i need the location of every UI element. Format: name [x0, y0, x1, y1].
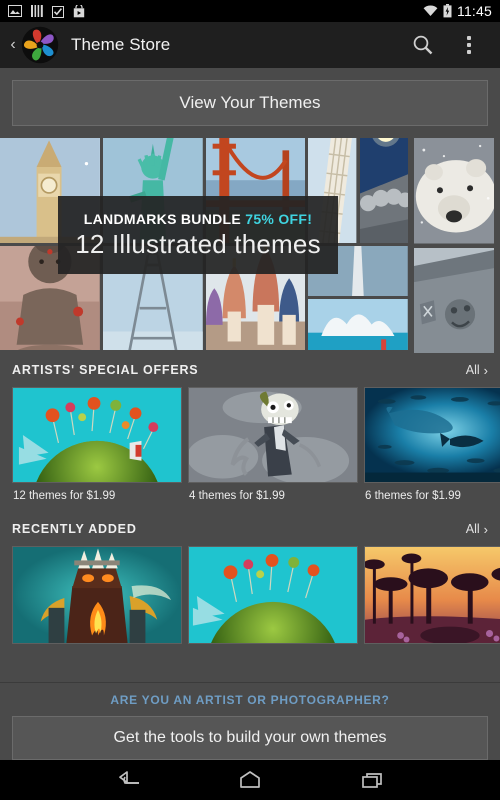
- theme-card[interactable]: [188, 546, 358, 651]
- tile-mount-rushmore: [359, 138, 408, 243]
- search-icon: [413, 35, 433, 55]
- see-all-label: All: [465, 522, 480, 536]
- section-title: ARTISTS' SPECIAL OFFERS: [12, 363, 199, 377]
- theme-card[interactable]: 12 themes for $1.99: [12, 387, 182, 502]
- banner-headline-text: LANDMARKS BUNDLE: [83, 210, 242, 227]
- store-bag-icon: [73, 4, 85, 17]
- see-all-label: All: [465, 363, 480, 377]
- chevron-right-icon: ›: [483, 521, 488, 537]
- theme-thumbnail-underwater-shark: [364, 387, 500, 483]
- banner-side-card[interactable]: [414, 138, 494, 353]
- theme-caption: [364, 644, 500, 651]
- theme-caption: 6 themes for $1.99: [365, 490, 461, 502]
- overflow-menu-icon: [467, 36, 471, 54]
- theme-card[interactable]: [12, 546, 182, 651]
- status-bar: 11:45: [0, 0, 500, 22]
- back-button[interactable]: ‹: [6, 37, 20, 53]
- status-bar-clock: 11:45: [457, 3, 492, 19]
- theme-thumbnail-green-planet: [188, 546, 358, 644]
- status-bar-system-icons: 11:45: [423, 3, 492, 19]
- aperture-logo-icon[interactable]: [21, 26, 59, 64]
- see-all-link-recent[interactable]: All ›: [466, 522, 488, 537]
- theme-card[interactable]: [364, 546, 500, 651]
- status-bar-notification-icons: [8, 4, 423, 18]
- artist-promo-title: ARE YOU AN ARTIST OR PHOTOGRAPHER?: [110, 693, 390, 707]
- nav-recents-icon[interactable]: [357, 769, 387, 791]
- search-button[interactable]: [400, 22, 446, 68]
- image-icon: [8, 5, 22, 17]
- theme-thumbnail-green-planet: [12, 387, 182, 483]
- theme-thumbnail-savanna-sunset: [364, 546, 500, 644]
- theme-caption: 4 themes for $1.99: [189, 490, 285, 502]
- section-title: RECENTLY ADDED: [12, 522, 137, 536]
- nav-back-icon[interactable]: [113, 769, 143, 791]
- theme-caption: [12, 644, 182, 651]
- app-screen: 11:45 ‹ Theme Store View Your Themes LAN…: [0, 0, 500, 800]
- theme-thumbnail-zombie-suit: [188, 387, 358, 483]
- banner-headline: LANDMARKS BUNDLE 75% OFF!: [84, 211, 312, 227]
- see-all-link-artists[interactable]: All ›: [466, 363, 488, 378]
- tile-sydney-opera-house: [308, 299, 408, 350]
- page-title: Theme Store: [71, 35, 171, 54]
- section-header-artists-special-offers: ARTISTS' SPECIAL OFFERS All ›: [0, 353, 500, 387]
- theme-card[interactable]: 6 themes for $1.99: [364, 387, 500, 502]
- theme-thumbnail-fire-golem: [12, 546, 182, 644]
- theme-caption: 12 themes for $1.99: [13, 490, 116, 502]
- barcode-icon: [31, 5, 43, 17]
- theme-caption: [188, 644, 358, 651]
- check-box-icon: [52, 5, 64, 18]
- overflow-menu-button[interactable]: [446, 22, 492, 68]
- action-bar: ‹ Theme Store: [0, 22, 500, 68]
- wifi-icon: [423, 5, 438, 16]
- chevron-right-icon: ›: [483, 362, 488, 378]
- banner-subheadline: 12 Illustrated themes: [75, 228, 321, 259]
- banner-discount: 75% OFF!: [245, 210, 313, 227]
- get-tools-button[interactable]: Get the tools to build your own themes: [12, 716, 488, 760]
- landmarks-collage[interactable]: LANDMARKS BUNDLE 75% OFF! 12 Illustrated…: [0, 138, 408, 353]
- nav-home-icon[interactable]: [235, 769, 265, 791]
- artists-special-offers-row[interactable]: 12 themes for $1.99 4 themes for $1.99 6…: [0, 387, 500, 502]
- theme-card[interactable]: 4 themes for $1.99: [188, 387, 358, 502]
- section-header-recently-added: RECENTLY ADDED All ›: [0, 512, 500, 546]
- tile-polar-bear: [414, 138, 494, 244]
- battery-charging-icon: [443, 4, 452, 18]
- content-scroll[interactable]: View Your Themes LANDMARKS BUNDLE 75% OF…: [0, 68, 500, 760]
- tile-stone-carving: [414, 247, 494, 353]
- artist-promo: ARE YOU AN ARTIST OR PHOTOGRAPHER? Get t…: [0, 682, 500, 760]
- banner-overlay: LANDMARKS BUNDLE 75% OFF! 12 Illustrated…: [58, 196, 338, 274]
- recently-added-row[interactable]: [0, 546, 500, 651]
- system-navigation-bar: [0, 760, 500, 800]
- view-your-themes-button[interactable]: View Your Themes: [12, 80, 488, 126]
- featured-banner[interactable]: LANDMARKS BUNDLE 75% OFF! 12 Illustrated…: [0, 138, 500, 353]
